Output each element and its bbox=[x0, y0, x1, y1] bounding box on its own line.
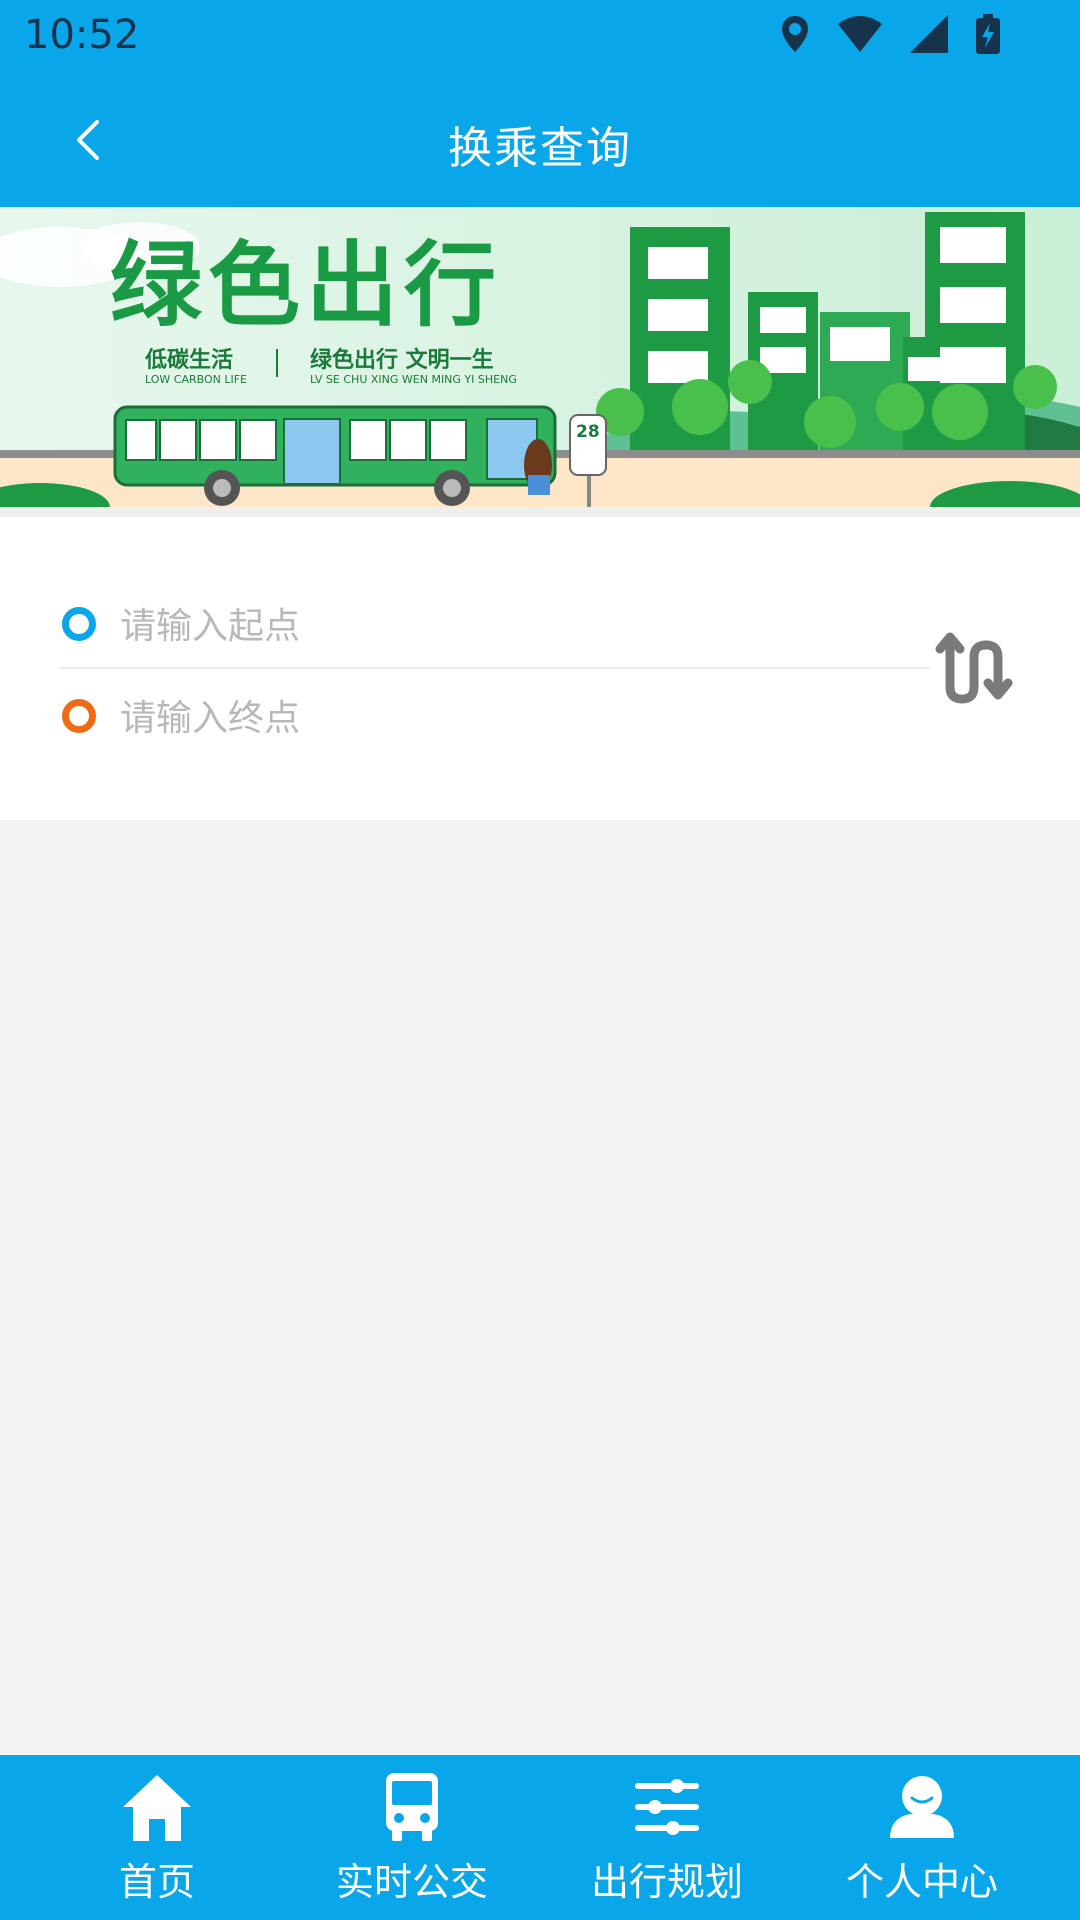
tab-profile[interactable]: 个人中心 bbox=[787, 1755, 1057, 1920]
banner-slogan-right: 绿色出行 文明一生 bbox=[310, 347, 494, 373]
banner-slogan-en-left: LOW CARBON LIFE bbox=[145, 373, 247, 386]
status-icons bbox=[780, 14, 1000, 54]
banner-slogan-en-right: LV SE CHU XING WEN MING YI SHENG bbox=[310, 373, 517, 386]
tab-home[interactable]: 首页 bbox=[22, 1755, 292, 1920]
swap-icon bbox=[935, 632, 1013, 704]
tab-trip-planning[interactable]: 出行规划 bbox=[532, 1755, 802, 1920]
bus-stop-number: 28 bbox=[576, 422, 600, 442]
banner-title: 绿色出行 bbox=[110, 232, 502, 339]
end-point-input[interactable]: 请输入终点 bbox=[120, 689, 300, 741]
signal-icon bbox=[910, 15, 948, 53]
green-travel-banner: 绿色出行 低碳生活 绿色出行 文明一生 LOW CARBON LIFE LV S… bbox=[0, 207, 1080, 507]
banner-slogan-left: 低碳生活 bbox=[144, 348, 233, 373]
page-title: 换乘查询 bbox=[448, 123, 632, 174]
bus-icon bbox=[372, 1767, 452, 1847]
bottom-tab-bar: 首页 实时公交 出行规划 个人中心 bbox=[0, 1755, 1080, 1920]
status-time: 10:52 bbox=[24, 12, 140, 58]
tab-label-profile: 个人中心 bbox=[845, 1860, 998, 1904]
end-point-dot bbox=[62, 699, 96, 733]
start-point-dot bbox=[62, 607, 96, 641]
start-point-input[interactable]: 请输入起点 bbox=[120, 597, 300, 649]
banner-separator bbox=[0, 507, 1080, 517]
tab-label-realtime-bus: 实时公交 bbox=[335, 1860, 488, 1904]
location-icon bbox=[782, 16, 808, 52]
banner-illustration: 绿色出行 低碳生活 绿色出行 文明一生 LOW CARBON LIFE LV S… bbox=[0, 207, 1080, 507]
user-icon bbox=[882, 1767, 962, 1847]
swap-button[interactable] bbox=[930, 627, 1020, 717]
input-divider bbox=[60, 667, 930, 669]
status-bar: 10:52 bbox=[0, 0, 1080, 74]
tab-realtime-bus[interactable]: 实时公交 bbox=[277, 1755, 547, 1920]
tab-label-trip-planning: 出行规划 bbox=[590, 1860, 743, 1904]
route-search-card: 请输入起点 请输入终点 bbox=[0, 517, 1080, 820]
app-header: 换乘查询 bbox=[0, 74, 1080, 207]
battery-charging-icon bbox=[976, 14, 1000, 54]
tab-label-home: 首页 bbox=[118, 1860, 195, 1904]
home-icon bbox=[117, 1767, 197, 1847]
sliders-icon bbox=[627, 1767, 707, 1847]
wifi-icon bbox=[838, 16, 882, 52]
